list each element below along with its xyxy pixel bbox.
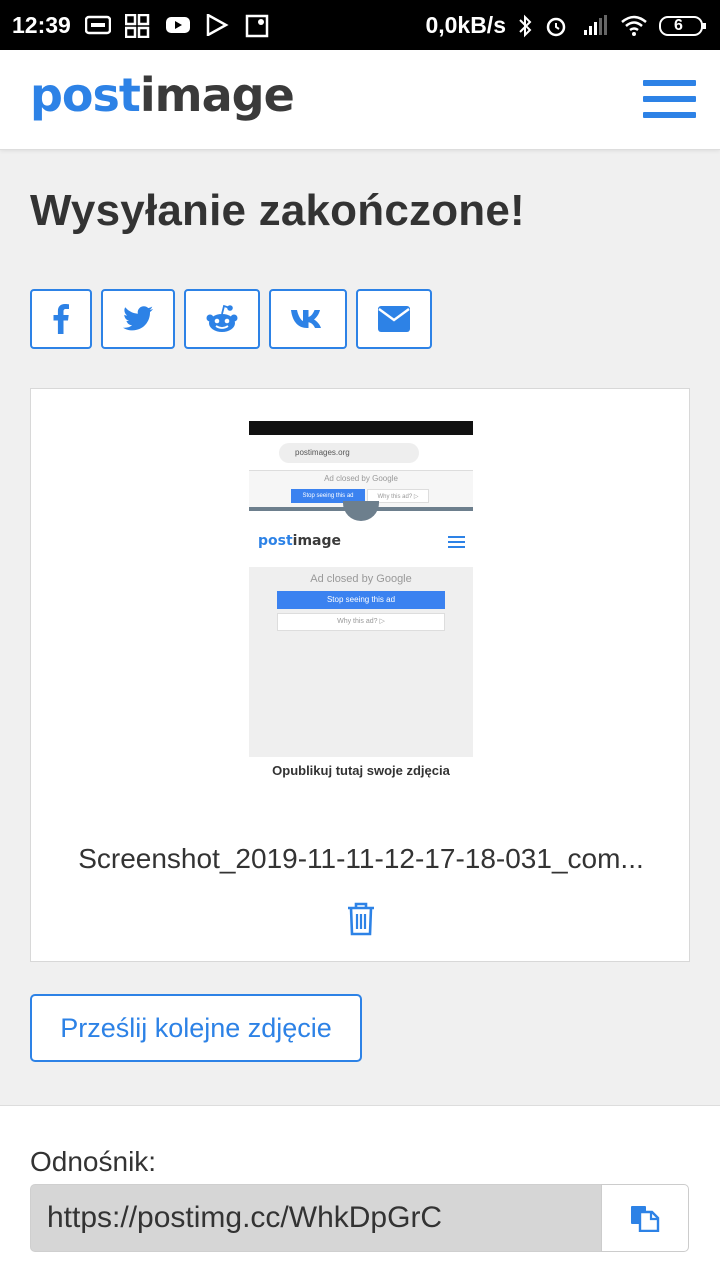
thumb-url-bar: postimages.org <box>249 435 473 471</box>
battery-level: 6 <box>674 17 683 34</box>
share-twitter-button[interactable] <box>101 289 175 349</box>
alarm-icon <box>544 14 570 37</box>
apps-icon <box>124 13 151 39</box>
signal-icon <box>582 14 608 36</box>
status-time: 12:39 <box>12 11 71 38</box>
youtube-icon <box>165 14 191 36</box>
thumb-why-ad: Why this ad? ▷ <box>277 613 445 631</box>
thumb-collapse-tab <box>343 501 379 521</box>
image-thumbnail[interactable]: postimages.org Ad closed by Google Stop … <box>249 421 473 793</box>
share-vk-button[interactable] <box>269 289 347 349</box>
facebook-icon <box>53 304 69 334</box>
uploaded-image-card: postimages.org Ad closed by Google Stop … <box>30 388 690 962</box>
thumb-logo: postimage <box>258 533 342 549</box>
email-icon <box>378 306 410 332</box>
share-reddit-button[interactable] <box>184 289 260 349</box>
play-store-icon <box>205 12 231 38</box>
status-bar: 12:39 0,0kB/s 6 <box>0 0 720 50</box>
voicemail-icon <box>84 14 112 36</box>
network-speed: 0,0kB/s <box>425 11 506 38</box>
thumb-url-text: postimages.org <box>279 443 419 463</box>
share-facebook-button[interactable] <box>30 289 92 349</box>
image-filename: Screenshot_2019-11-11-12-17-18-031_com..… <box>78 843 644 874</box>
thumb-ad-closed: Ad closed by Google <box>310 573 412 585</box>
link-label: Odnośnik: <box>30 1146 157 1177</box>
thumb-menu-icon <box>448 536 465 548</box>
hamburger-menu-icon[interactable] <box>643 80 696 118</box>
link-field[interactable]: https://postimg.cc/WhkDpGrC <box>30 1184 602 1252</box>
maps-icon <box>245 14 271 38</box>
site-logo[interactable]: postimage <box>30 72 295 118</box>
site-header: postimage <box>0 50 720 150</box>
vk-icon <box>291 310 321 328</box>
battery-icon: 6 <box>658 14 708 36</box>
page-title: Wysyłanie zakończone! <box>30 186 525 235</box>
copy-button[interactable] <box>601 1184 689 1252</box>
thumb-ad-area: Ad closed by Google Stop seeing this ad … <box>249 567 473 757</box>
link-section: Odnośnik: https://postimg.cc/WhkDpGrC <box>0 1105 720 1280</box>
share-buttons <box>30 289 432 349</box>
trash-icon[interactable] <box>345 901 377 937</box>
thumb-site-header: postimage <box>249 521 473 567</box>
upload-another-button[interactable]: Prześlij kolejne zdjęcie <box>30 994 362 1062</box>
twitter-icon <box>123 306 153 331</box>
share-email-button[interactable] <box>356 289 432 349</box>
bluetooth-icon <box>518 14 532 38</box>
thumb-caption: Opublikuj tutaj swoje zdjęcia <box>272 763 450 778</box>
reddit-icon <box>206 304 238 332</box>
thumb-status-bar <box>249 421 473 435</box>
wifi-icon <box>620 14 647 36</box>
thumb-stop-seeing: Stop seeing this ad <box>277 591 445 609</box>
copy-icon <box>631 1206 660 1232</box>
